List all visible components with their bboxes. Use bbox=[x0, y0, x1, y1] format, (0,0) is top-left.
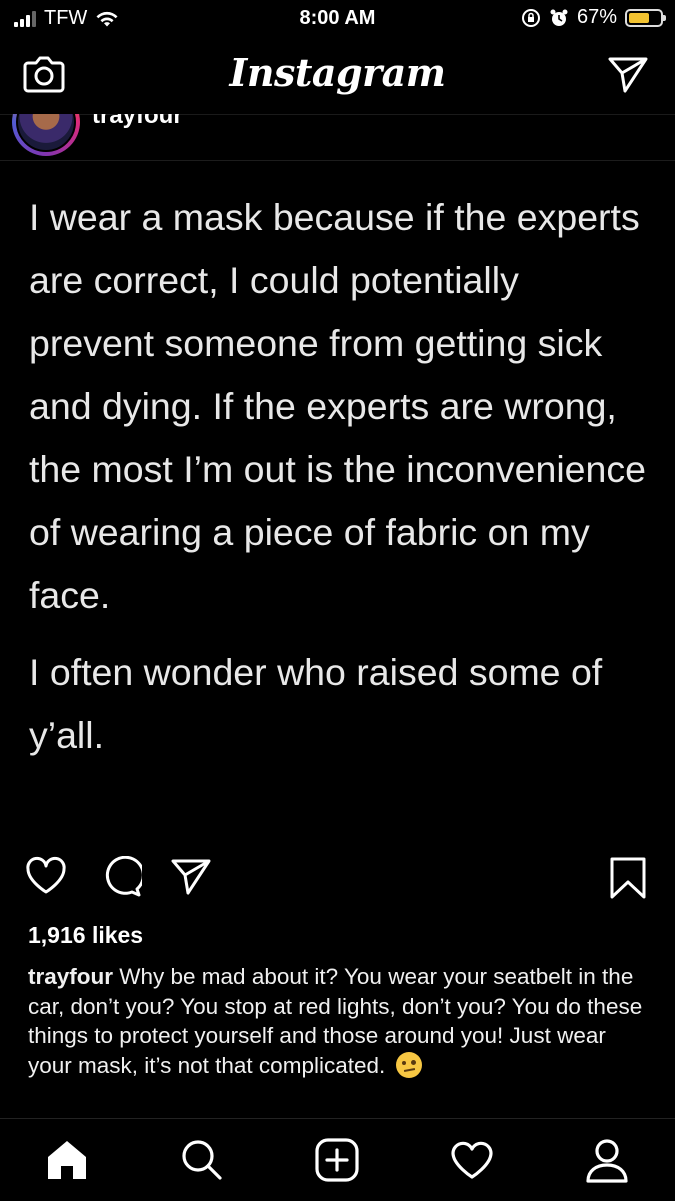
caption-username[interactable]: trayfour bbox=[28, 964, 113, 989]
post-paragraph: I often wonder who raised some of y’all. bbox=[29, 651, 603, 756]
profile-icon[interactable] bbox=[582, 1135, 632, 1185]
new-post-icon[interactable] bbox=[312, 1135, 362, 1185]
caption-text: Why be mad about it? You wear your seatb… bbox=[28, 964, 643, 1078]
app-header: Instagram bbox=[0, 36, 675, 115]
search-icon[interactable] bbox=[176, 1135, 226, 1185]
likes-count[interactable]: 1,916 likes bbox=[28, 922, 143, 949]
post-caption: trayfour Why be mad about it? You wear y… bbox=[28, 962, 648, 1080]
home-icon[interactable] bbox=[42, 1135, 92, 1185]
post-header: trayfour bbox=[0, 114, 675, 161]
heart-icon[interactable] bbox=[24, 856, 68, 896]
share-icon[interactable] bbox=[170, 858, 212, 896]
status-right: 67% bbox=[521, 6, 666, 29]
status-bar: TFW 8:00 AM 67% bbox=[0, 0, 675, 36]
post-username[interactable]: trayfour bbox=[92, 114, 183, 130]
activity-heart-icon[interactable] bbox=[447, 1135, 497, 1185]
comment-icon[interactable] bbox=[100, 856, 142, 898]
post-actions bbox=[0, 850, 675, 910]
face-with-raised-eyebrow-emoji bbox=[395, 1051, 422, 1078]
direct-message-icon[interactable] bbox=[607, 56, 649, 94]
battery-fill bbox=[629, 12, 650, 23]
post-image-text: I wear a mask because if the experts are… bbox=[29, 186, 649, 767]
battery-icon bbox=[625, 8, 666, 27]
battery-percent: 67% bbox=[576, 6, 617, 28]
app-logo: Instagram bbox=[229, 50, 446, 95]
tab-bar bbox=[0, 1118, 675, 1201]
alarm-icon bbox=[550, 9, 568, 26]
orientation-lock-icon bbox=[521, 8, 540, 27]
bookmark-icon[interactable] bbox=[608, 856, 648, 900]
post-paragraph: I wear a mask because if the experts are… bbox=[29, 196, 646, 616]
